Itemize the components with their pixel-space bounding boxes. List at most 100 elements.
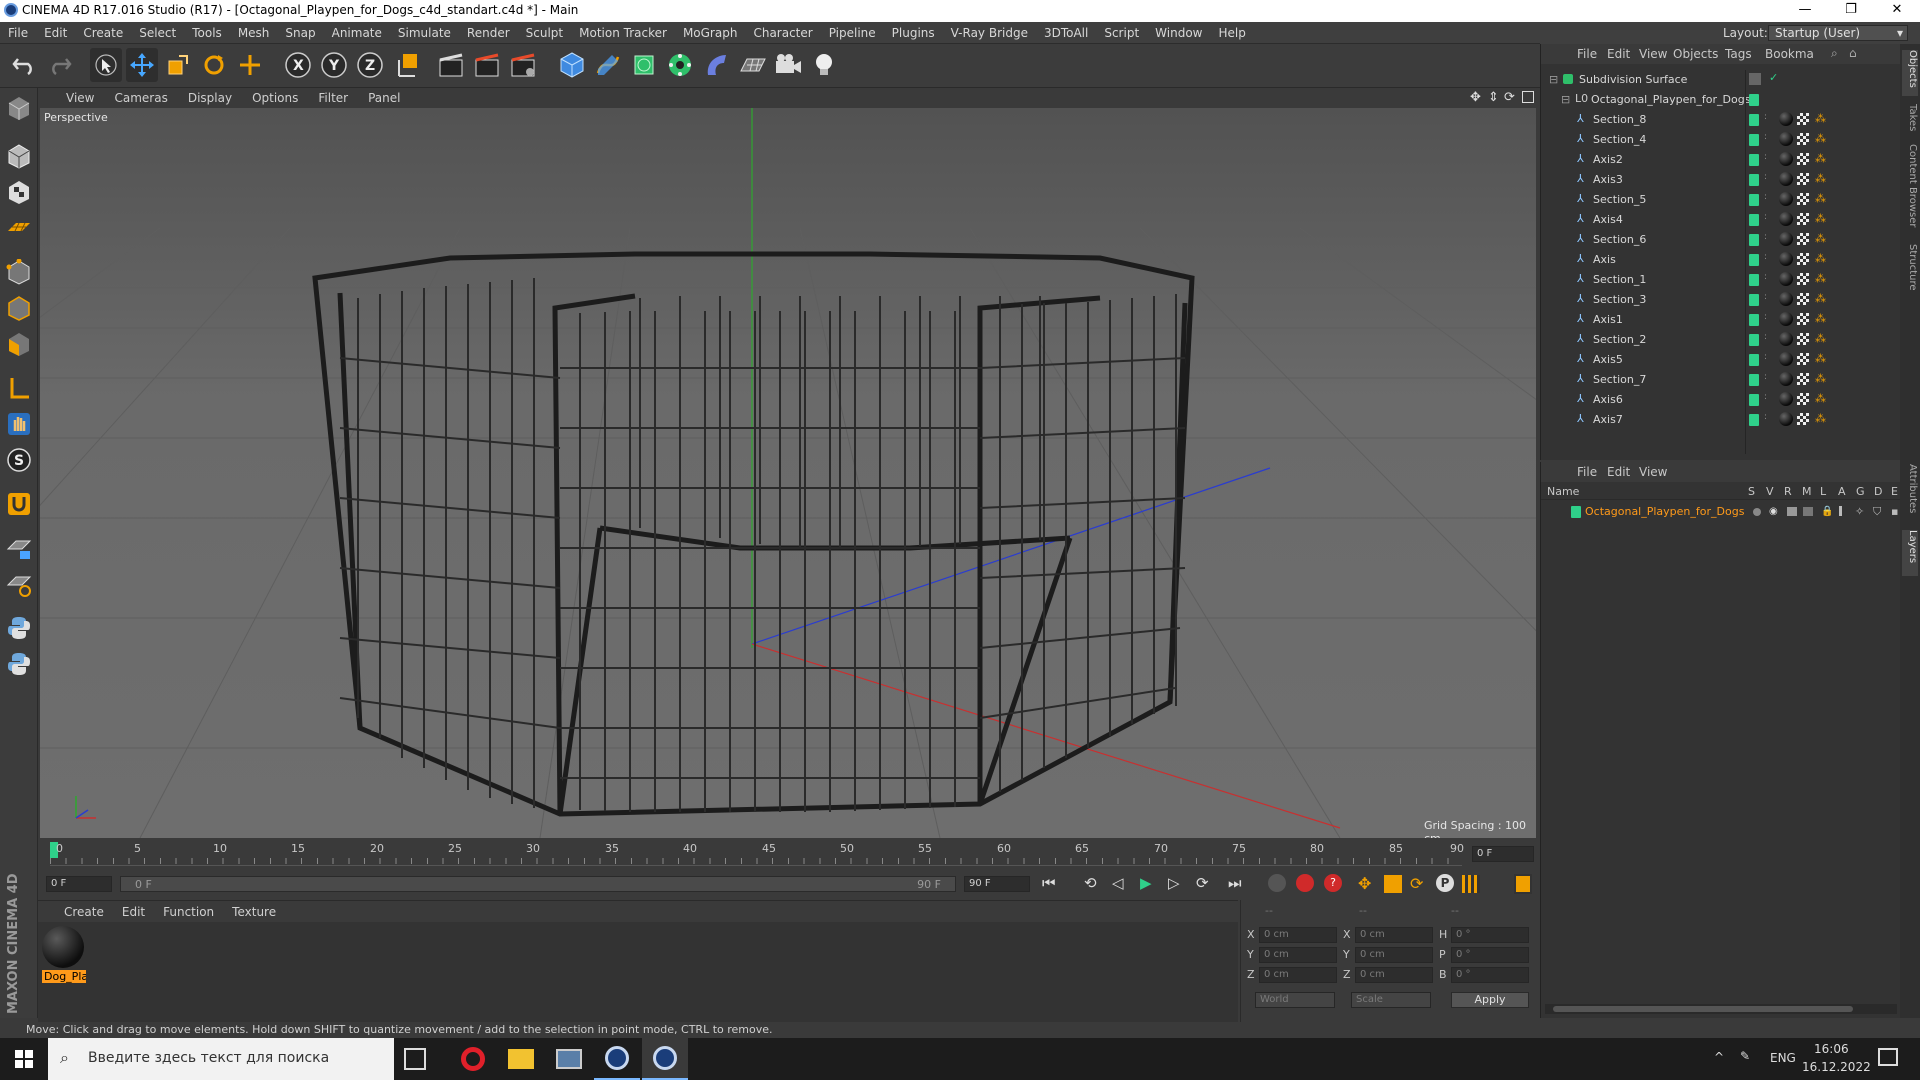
taskbar-cinema4d-1[interactable] — [594, 1038, 640, 1080]
menu-vray-bridge[interactable]: V-Ray Bridge — [943, 22, 1036, 44]
timeline-track[interactable]: 0 5 10 15 20 25 30 35 40 45 50 55 60 65 … — [50, 840, 1464, 866]
object-row-playpen-group[interactable]: ⊟ L0 Octagonal_Playpen_for_Dogs — [1541, 90, 1901, 110]
make-editable-button[interactable] — [3, 92, 35, 124]
material-tag-icon[interactable] — [1779, 172, 1793, 186]
material-tag-icon[interactable] — [1779, 292, 1793, 306]
collapse-icon[interactable]: ⊟ — [1549, 73, 1558, 86]
snap-button[interactable]: S — [3, 444, 35, 476]
viewport-menu-filter[interactable]: Filter — [308, 88, 358, 108]
menu-mesh[interactable]: Mesh — [230, 22, 278, 44]
phong-tag-icon[interactable]: ⁂ — [1815, 252, 1826, 265]
visibility-dots-icon[interactable]: : — [1764, 252, 1767, 262]
render-to-picture-viewer-button[interactable] — [472, 48, 504, 82]
menu-file[interactable]: File — [0, 22, 36, 44]
home-icon[interactable]: ⌂ — [1849, 46, 1857, 60]
material-tag-icon[interactable] — [1779, 392, 1793, 406]
taskbar-file-explorer[interactable] — [498, 1038, 544, 1080]
render-view-button[interactable] — [436, 48, 468, 82]
object-row[interactable]: ⅄ Section_2: ⁂ — [1541, 330, 1901, 350]
uvw-tag-icon[interactable] — [1797, 413, 1809, 425]
visibility-dots-icon[interactable]: : — [1764, 172, 1767, 182]
horizontal-scrollbar[interactable] — [1545, 1004, 1897, 1014]
enable-axis-button[interactable] — [3, 372, 35, 404]
size-y-field[interactable]: 0 cm — [1355, 947, 1433, 963]
clock-date[interactable]: 16.12.2022 — [1802, 1060, 1871, 1074]
phong-tag-icon[interactable]: ⁂ — [1815, 412, 1826, 425]
tab-content-browser[interactable]: Content Browser — [1902, 144, 1918, 240]
task-view-icon[interactable] — [404, 1048, 426, 1070]
object-row[interactable]: ⅄ Axis3: ⁂ — [1541, 170, 1901, 190]
material-tag-icon[interactable] — [1779, 152, 1793, 166]
render-settings-button[interactable] — [508, 48, 540, 82]
material-tag-icon[interactable] — [1779, 272, 1793, 286]
taskbar-opera[interactable] — [450, 1038, 496, 1080]
uvw-tag-icon[interactable] — [1797, 373, 1809, 385]
material-tag-icon[interactable] — [1779, 412, 1793, 426]
object-row[interactable]: ⅄ Section_3: ⁂ — [1541, 290, 1901, 310]
object-row[interactable]: ⅄ Axis5: ⁂ — [1541, 350, 1901, 370]
material-tag-icon[interactable] — [1779, 352, 1793, 366]
visibility-dots-icon[interactable]: : — [1764, 272, 1767, 282]
menu-render[interactable]: Render — [459, 22, 518, 44]
material-tag-icon[interactable] — [1779, 252, 1793, 266]
material-menu-texture[interactable]: Texture — [223, 901, 285, 923]
deformer-toggle-icon[interactable]: ⛉ — [1873, 505, 1881, 519]
visibility-dots-icon[interactable]: : — [1764, 392, 1767, 402]
viewport-menu-options[interactable]: Options — [242, 88, 308, 108]
object-menu-objects[interactable]: Objects — [1673, 47, 1718, 61]
language-indicator[interactable]: ENG — [1770, 1051, 1796, 1065]
viewport-menu-panel[interactable]: Panel — [358, 88, 410, 108]
play-icon[interactable]: ▶ — [1140, 874, 1152, 892]
layer-solo-toggle[interactable] — [1753, 508, 1761, 516]
key-parameter-icon[interactable]: P — [1436, 874, 1454, 892]
coordinate-system-button[interactable] — [392, 48, 424, 82]
collapse-icon[interactable]: ⊟ — [1561, 93, 1570, 106]
object-row[interactable]: ⅄ Section_1: ⁂ — [1541, 270, 1901, 290]
menu-snap[interactable]: Snap — [277, 22, 323, 44]
visibility-dots-icon[interactable]: : — [1764, 112, 1767, 122]
maximize-button[interactable]: ❐ — [1828, 0, 1874, 22]
current-frame-field[interactable]: 0 F — [1472, 846, 1534, 862]
start-button[interactable] — [0, 1038, 48, 1080]
visibility-dots-icon[interactable]: : — [1764, 232, 1767, 242]
object-row-subdivision-surface[interactable]: ⊟ Subdivision Surface ✓ — [1541, 70, 1901, 90]
layer-menu-edit[interactable]: Edit — [1607, 465, 1630, 479]
phong-tag-icon[interactable]: ⁂ — [1815, 132, 1826, 145]
planar-workplane-button[interactable] — [3, 568, 35, 600]
render-toggle-icon[interactable] — [1787, 507, 1797, 516]
viewport-pan-icon[interactable]: ✥ — [1470, 90, 1481, 105]
viewport-menu-display[interactable]: Display — [178, 88, 242, 108]
points-mode-button[interactable] — [3, 256, 35, 288]
model-mode-button[interactable] — [3, 140, 35, 172]
menu-create[interactable]: Create — [75, 22, 131, 44]
pen-spline-button[interactable] — [592, 48, 624, 82]
menu-3dtoall[interactable]: 3DToAll — [1036, 22, 1096, 44]
menu-animate[interactable]: Animate — [324, 22, 390, 44]
menu-edit[interactable]: Edit — [36, 22, 75, 44]
3d-viewport[interactable]: Perspective Grid Spacing : 100 cm — [40, 108, 1536, 838]
layer-row[interactable]: Octagonal_Playpen_for_Dogs ◉ 🔒 ✧ ⛉ ▪ — [1541, 502, 1901, 522]
pos-x-field[interactable]: 0 cm — [1259, 927, 1337, 943]
autokey-icon[interactable] — [1296, 874, 1314, 892]
material-tag-icon[interactable] — [1779, 232, 1793, 246]
visibility-dots-icon[interactable]: : — [1764, 192, 1767, 202]
uvw-tag-icon[interactable] — [1797, 393, 1809, 405]
uvw-tag-icon[interactable] — [1797, 153, 1809, 165]
previous-key-icon[interactable]: ⟲ — [1084, 874, 1097, 892]
phong-tag-icon[interactable]: ⁂ — [1815, 392, 1826, 405]
material-menu-function[interactable]: Function — [154, 901, 223, 923]
minimize-button[interactable]: — — [1782, 0, 1828, 22]
x-axis-lock-button[interactable]: X — [282, 48, 314, 82]
uvw-tag-icon[interactable] — [1797, 173, 1809, 185]
scrollbar-thumb[interactable] — [1553, 1006, 1853, 1012]
live-selection-button[interactable] — [90, 48, 122, 82]
material-swatch[interactable]: Dog_Pla — [42, 926, 86, 986]
end-frame-field[interactable]: 90 F — [964, 876, 1030, 892]
phong-tag-icon[interactable]: ⁂ — [1815, 372, 1826, 385]
object-menu-view[interactable]: View — [1639, 47, 1667, 61]
object-row[interactable]: ⅄ Axis2: ⁂ — [1541, 150, 1901, 170]
menu-simulate[interactable]: Simulate — [390, 22, 459, 44]
material-tag-icon[interactable] — [1779, 332, 1793, 346]
uvw-tag-icon[interactable] — [1797, 353, 1809, 365]
subdivision-surface-button[interactable] — [628, 48, 660, 82]
